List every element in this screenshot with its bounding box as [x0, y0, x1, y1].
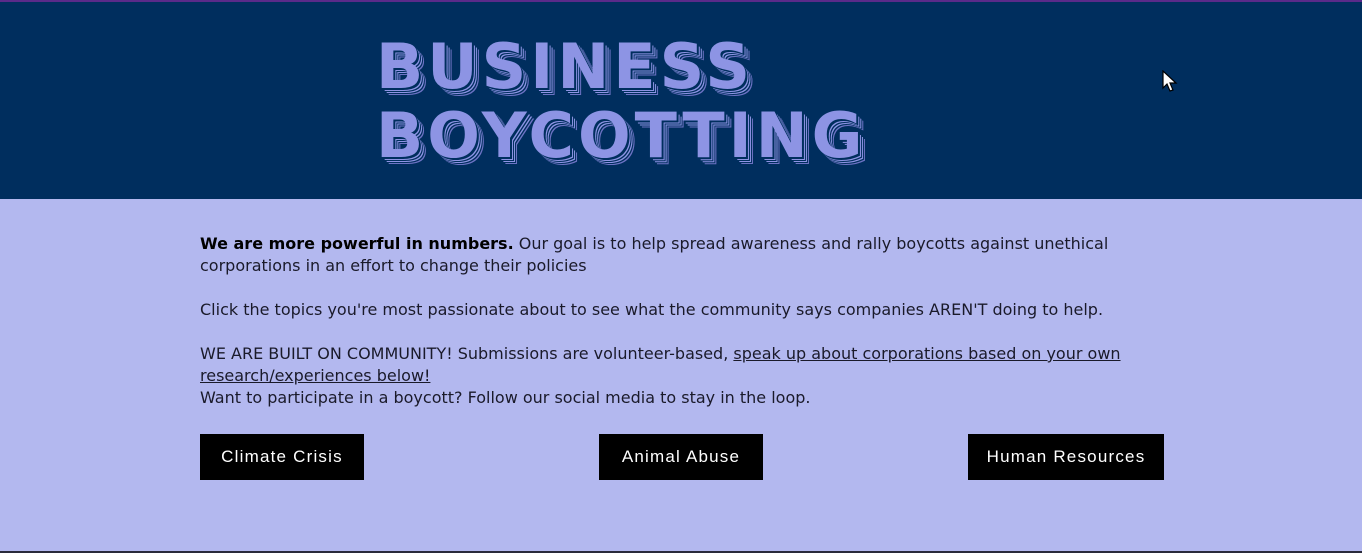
climate-crisis-button[interactable]: Climate Crisis	[200, 434, 364, 480]
intro-bold-lead: We are more powerful in numbers.	[200, 234, 514, 253]
human-resources-button[interactable]: Human Resources	[968, 434, 1164, 480]
site-title-line1: BUSINESS	[376, 30, 755, 103]
animal-abuse-button[interactable]: Animal Abuse	[599, 434, 763, 480]
community-text: WE ARE BUILT ON COMMUNITY! Submissions a…	[200, 344, 734, 363]
mouse-cursor-icon	[1162, 70, 1178, 92]
community-paragraph: WE ARE BUILT ON COMMUNITY! Submissions a…	[200, 343, 1180, 387]
site-title: BUSINESS BOYCOTTING	[376, 32, 867, 170]
intro-section: We are more powerful in numbers. Our goa…	[200, 233, 1180, 409]
site-title-line2: BOYCOTTING	[376, 99, 867, 172]
intro-paragraph: We are more powerful in numbers. Our goa…	[200, 233, 1180, 277]
site-header: BUSINESS BOYCOTTING	[0, 2, 1362, 199]
topics-instruction: Click the topics you're most passionate …	[200, 300, 1104, 319]
social-media-text: Want to participate in a boycott? Follow…	[200, 388, 811, 407]
